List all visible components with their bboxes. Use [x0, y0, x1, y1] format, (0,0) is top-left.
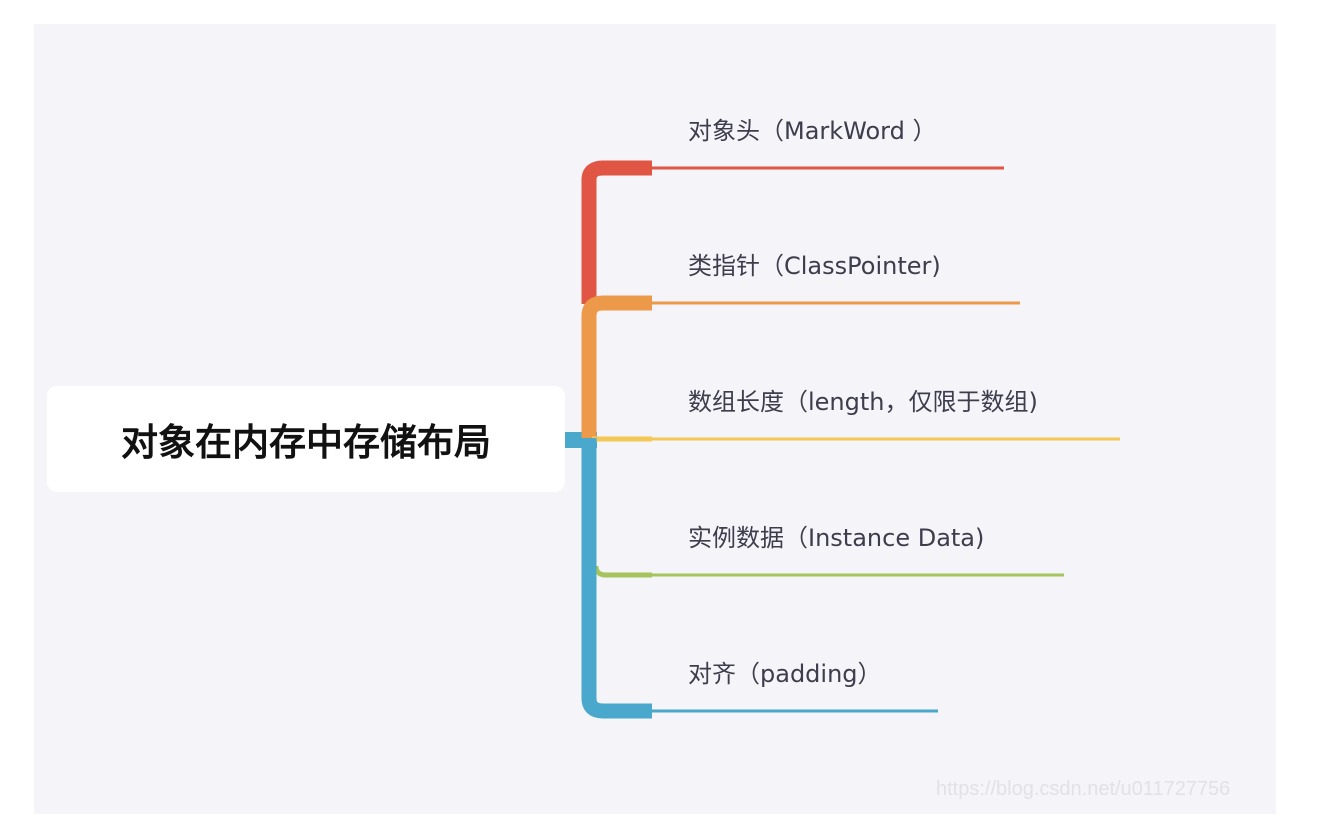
branch-node-array-length[interactable]: 数组长度（length，仅限于数组) — [688, 387, 1038, 417]
branch-node-class-pointer[interactable]: 类指针（ClassPointer) — [688, 251, 941, 281]
watermark-text: https://blog.csdn.net/u011727756 — [936, 778, 1231, 800]
branch-2-connector — [581, 295, 652, 438]
branch-node-markword[interactable]: 对象头（MarkWord ） — [688, 116, 937, 146]
branch-node-instance-data[interactable]: 实例数据（Instance Data) — [688, 523, 984, 553]
branch-1-connector — [581, 160, 652, 304]
root-node-label: 对象在内存中存储布局 — [121, 421, 491, 464]
branch-4-connector — [593, 565, 652, 578]
root-node[interactable]: 对象在内存中存储布局 — [47, 386, 565, 492]
branch-node-padding[interactable]: 对齐（padding） — [688, 659, 882, 689]
